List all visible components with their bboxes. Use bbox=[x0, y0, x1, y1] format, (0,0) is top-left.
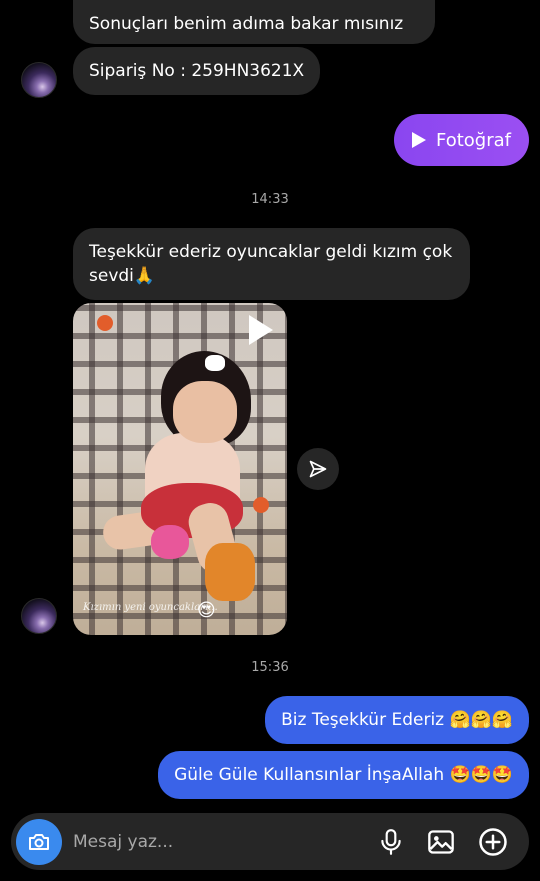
play-icon bbox=[412, 132, 426, 148]
microphone-button[interactable] bbox=[375, 826, 407, 858]
message-bubble-incoming: Sonuçları benim adıma bakar mısınız bbox=[73, 0, 435, 44]
toy-ball bbox=[97, 315, 113, 331]
message-text: Güle Güle Kullansınlar İnşaAllah 🤩🤩🤩 bbox=[174, 765, 513, 785]
avatar[interactable] bbox=[21, 62, 57, 98]
video-subject bbox=[173, 381, 237, 443]
gallery-icon bbox=[428, 830, 454, 854]
message-bubble-incoming: Teşekkür ederiz oyuncaklar geldi kızım ç… bbox=[73, 228, 470, 300]
microphone-icon bbox=[381, 829, 401, 855]
add-button[interactable] bbox=[477, 826, 509, 858]
hair-bow bbox=[205, 355, 225, 371]
toy bbox=[151, 525, 189, 559]
photo-message-button[interactable]: Fotoğraf bbox=[394, 114, 529, 166]
gallery-button[interactable] bbox=[425, 826, 457, 858]
message-text: Sipariş No : 259HN3621X bbox=[89, 61, 305, 81]
video-emoji: 😍 bbox=[197, 600, 216, 621]
avatar[interactable] bbox=[21, 598, 57, 634]
video-message[interactable]: Kızımın yeni oyuncakları... 😍 bbox=[73, 303, 287, 635]
message-composer bbox=[11, 813, 529, 870]
message-bubble-outgoing: Güle Güle Kullansınlar İnşaAllah 🤩🤩🤩 bbox=[158, 751, 529, 799]
camera-icon bbox=[29, 834, 49, 850]
photo-label: Fotoğraf bbox=[436, 129, 511, 151]
plus-icon bbox=[479, 828, 507, 856]
toy bbox=[205, 543, 255, 601]
timestamp: 15:36 bbox=[251, 660, 289, 675]
message-bubble-incoming: Sipariş No : 259HN3621X bbox=[73, 47, 321, 95]
message-bubble-outgoing: Biz Teşekkür Ederiz 🤗🤗🤗 bbox=[265, 696, 529, 744]
play-icon[interactable] bbox=[249, 315, 273, 345]
share-button[interactable] bbox=[297, 448, 339, 490]
timestamp: 14:33 bbox=[251, 192, 289, 207]
message-text: Teşekkür ederiz oyuncaklar geldi kızım ç… bbox=[89, 242, 453, 286]
message-text: Sonuçları benim adıma bakar mısınız bbox=[89, 14, 404, 34]
toy-ball bbox=[253, 497, 269, 513]
camera-button[interactable] bbox=[16, 819, 62, 865]
message-input[interactable] bbox=[73, 825, 373, 859]
message-text: Biz Teşekkür Ederiz 🤗🤗🤗 bbox=[281, 710, 513, 730]
send-icon bbox=[309, 460, 327, 478]
